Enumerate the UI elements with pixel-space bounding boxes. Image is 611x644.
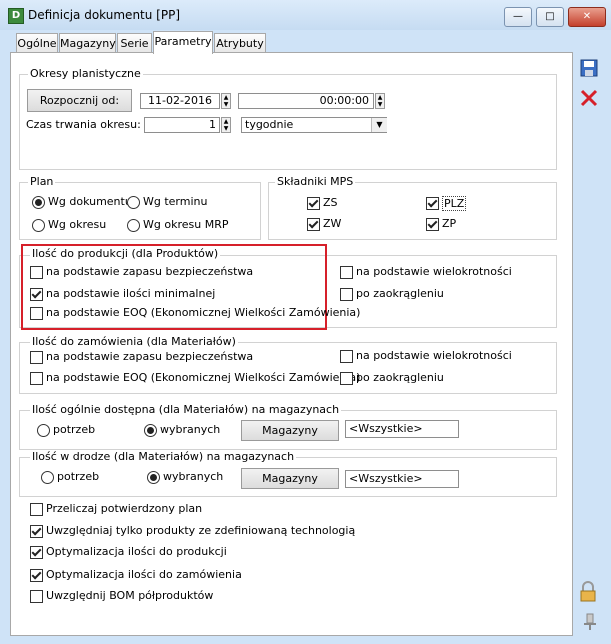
- maximize-button[interactable]: □: [536, 7, 564, 27]
- save-icon[interactable]: [579, 58, 599, 80]
- produkcja-checkbox[interactable]: [30, 288, 43, 301]
- duration-spinner[interactable]: ▲ ▼: [221, 117, 231, 133]
- option-checkbox-opt-zamowienia[interactable]: [30, 569, 43, 582]
- produkcja-option-label: na podstawie zapasu bezpieczeństwa: [46, 265, 254, 278]
- mps-checkbox-zw[interactable]: [307, 218, 320, 231]
- lock-icon[interactable]: [578, 581, 598, 603]
- start-button[interactable]: Rozpocznij od:: [27, 89, 132, 112]
- tab-parametry[interactable]: Parametry: [153, 31, 213, 54]
- produkcja-label: Ilość do produkcji (dla Produktów): [30, 247, 221, 260]
- mps-group: [268, 182, 557, 240]
- plan-radio-wg-terminu[interactable]: [127, 196, 140, 209]
- option-label: Uwzględniaj tylko produkty ze zdefiniowa…: [46, 524, 356, 537]
- time-field[interactable]: 00:00:00: [238, 93, 374, 109]
- window-title: Definicja dokumentu [PP]: [28, 8, 181, 22]
- produkcja-checkbox[interactable]: [30, 307, 43, 320]
- pin-icon[interactable]: [580, 611, 600, 633]
- date-field[interactable]: 11-02-2016: [140, 93, 220, 109]
- plan-option-label: Wg dokumentu: [48, 195, 132, 208]
- tab-serie[interactable]: Serie: [117, 33, 152, 53]
- plan-option-label: Wg terminu: [143, 195, 208, 208]
- plan-option-label: Wg okresu: [48, 218, 107, 231]
- zamowienia-option-label: na podstawie EOQ (Ekonomicznej Wielkości…: [46, 371, 361, 384]
- duration-label: Czas trwania okresu:: [26, 118, 141, 131]
- mps-label: Składniki MPS: [275, 175, 356, 188]
- tab-ogolne[interactable]: Ogólne: [16, 33, 58, 53]
- produkcja-option-label: na podstawie ilości minimalnej: [46, 287, 216, 300]
- zamowienia-checkbox[interactable]: [340, 372, 353, 385]
- app-icon: D: [8, 8, 24, 24]
- zamowienia-option-label: po zaokrągleniu: [356, 371, 444, 384]
- dostepna-radio-potrzeb[interactable]: [37, 424, 50, 437]
- option-checkbox-przeliczaj[interactable]: [30, 503, 43, 516]
- tab-atrybuty[interactable]: Atrybuty: [214, 33, 266, 53]
- mps-item-label: ZP: [442, 217, 457, 230]
- mps-item-label: ZS: [323, 196, 338, 209]
- plan-group: [19, 182, 261, 240]
- date-spinner[interactable]: ▲ ▼: [221, 93, 231, 109]
- produkcja-checkbox[interactable]: [30, 266, 43, 279]
- zamowienia-label: Ilość do zamówienia (dla Materiałów): [30, 335, 238, 348]
- dostepna-option-label: potrzeb: [53, 423, 96, 436]
- zamowienia-checkbox[interactable]: [30, 372, 43, 385]
- close-button[interactable]: ✕: [568, 7, 606, 27]
- okresy-label: Okresy planistyczne: [28, 67, 143, 80]
- produkcja-option-label: po zaokrągleniu: [356, 287, 444, 300]
- wdrodze-label: Ilość w drodze (dla Materiałów) na magaz…: [30, 450, 297, 463]
- plan-radio-wg-okresu-mrp[interactable]: [127, 219, 140, 232]
- minimize-button[interactable]: —: [504, 7, 532, 27]
- plan-option-label: Wg okresu MRP: [143, 218, 229, 231]
- dostepna-label: Ilość ogólnie dostępna (dla Materiałów) …: [30, 403, 342, 416]
- zamowienia-checkbox[interactable]: [30, 351, 43, 364]
- option-label: Przeliczaj potwierdzony plan: [46, 502, 203, 515]
- wdrodze-radio-potrzeb[interactable]: [41, 471, 54, 484]
- produkcja-option-label: na podstawie EOQ (Ekonomicznej Wielkości…: [46, 306, 361, 319]
- produkcja-option-label: na podstawie wielokrotności: [356, 265, 512, 278]
- mps-item-label: ZW: [323, 217, 342, 230]
- produkcja-checkbox[interactable]: [340, 266, 353, 279]
- dostepna-magazyny-field[interactable]: <Wszystkie>: [345, 420, 459, 438]
- option-label: Optymalizacja ilości do zamówienia: [46, 568, 242, 581]
- unit-select[interactable]: tygodnie: [241, 117, 387, 133]
- option-checkbox-bom[interactable]: [30, 590, 43, 603]
- tab-magazyny[interactable]: Magazyny: [59, 33, 116, 53]
- delete-icon[interactable]: [579, 88, 599, 110]
- dostepna-magazyny-button[interactable]: Magazyny: [241, 420, 339, 441]
- wdrodze-option-label: wybranych: [163, 470, 224, 483]
- plan-radio-wg-dokumentu[interactable]: [32, 196, 45, 209]
- option-checkbox-opt-produkcji[interactable]: [30, 546, 43, 559]
- wdrodze-magazyny-button[interactable]: Magazyny: [241, 468, 339, 489]
- zamowienia-checkbox[interactable]: [340, 350, 353, 363]
- mps-checkbox-zp[interactable]: [426, 218, 439, 231]
- option-checkbox-technologia[interactable]: [30, 525, 43, 538]
- plan-label: Plan: [28, 175, 56, 188]
- dostepna-radio-wybranych[interactable]: [144, 424, 157, 437]
- produkcja-checkbox[interactable]: [340, 288, 353, 301]
- wdrodze-option-label: potrzeb: [57, 470, 100, 483]
- plan-radio-wg-okresu[interactable]: [32, 219, 45, 232]
- zamowienia-option-label: na podstawie wielokrotności: [356, 349, 512, 362]
- option-label: Uwzględnij BOM półproduktów: [46, 589, 214, 602]
- dostepna-option-label: wybranych: [160, 423, 221, 436]
- mps-checkbox-plz[interactable]: [426, 197, 439, 210]
- duration-field[interactable]: 1: [144, 117, 220, 133]
- chevron-down-icon[interactable]: ▼: [371, 118, 387, 132]
- mps-item-label: PLZ: [442, 196, 467, 211]
- mps-checkbox-zs[interactable]: [307, 197, 320, 210]
- zamowienia-option-label: na podstawie zapasu bezpieczeństwa: [46, 350, 254, 363]
- time-spinner[interactable]: ▲ ▼: [375, 93, 385, 109]
- wdrodze-radio-wybranych[interactable]: [147, 471, 160, 484]
- wdrodze-magazyny-field[interactable]: <Wszystkie>: [345, 470, 459, 488]
- option-label: Optymalizacja ilości do produkcji: [46, 545, 227, 558]
